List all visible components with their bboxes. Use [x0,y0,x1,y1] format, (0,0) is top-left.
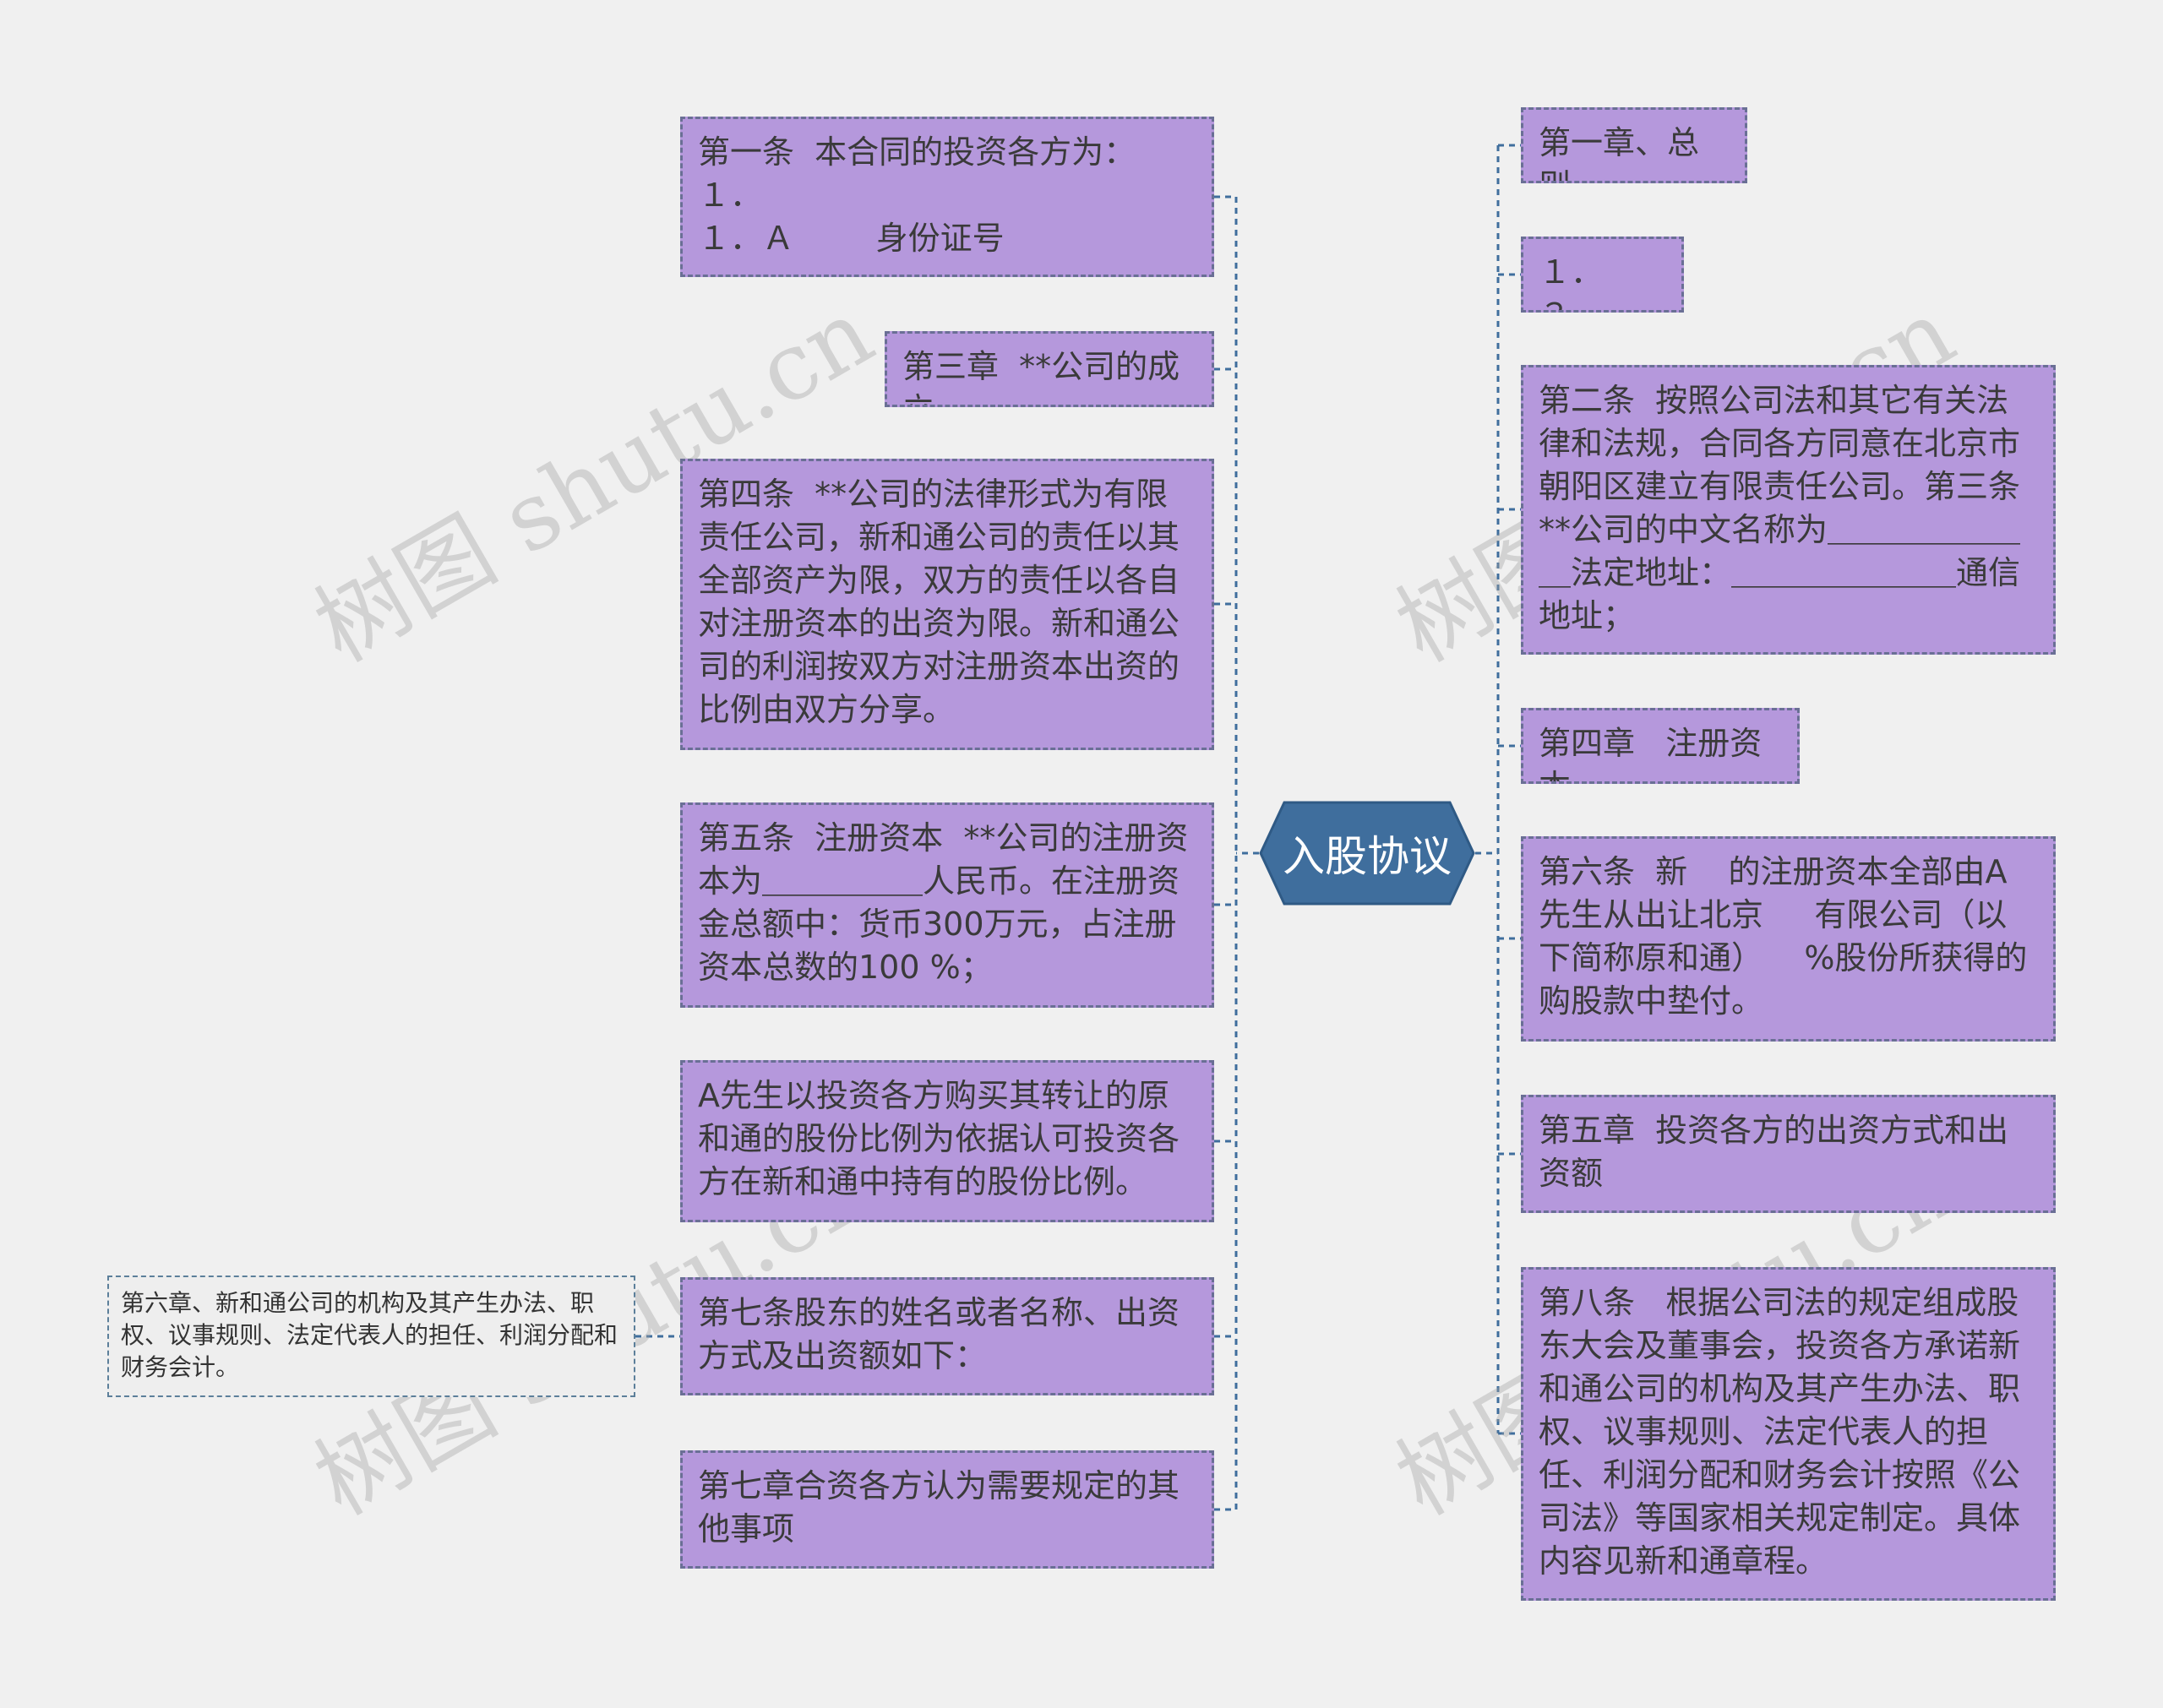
left-node-article-7[interactable]: 第七条股东的姓名或者名称、出资方式及出资额如下： [680,1277,1214,1395]
right-node-article-2[interactable]: 第二条 按照公司法和其它有关法律和法规，合同各方同意在北京市朝阳区建立有限责任公… [1521,365,2056,655]
left-node-article-5[interactable]: 第五条 注册资本 **公司的注册资本为＿＿＿＿＿人民币。在注册资金总额中：货币3… [680,802,1214,1008]
left-node-article-4[interactable]: 第四条 **公司的法律形式为有限责任公司，新和通公司的责任以其全部资产为限，双方… [680,459,1214,750]
right-node-chapter-5[interactable]: 第五章 投资各方的出资方式和出资额 [1521,1095,2056,1213]
left-child-chapter-6[interactable]: 第六章、新和通公司的机构及其产生办法、职权、议事规则、法定代表人的担任、利润分配… [107,1276,635,1397]
right-node-chapter-1[interactable]: 第一章、总则 [1521,107,1747,183]
left-node-chapter-3[interactable]: 第三章 **公司的成立 [885,331,1214,407]
left-node-share-ratio[interactable]: A先生以投资各方购买其转让的原和通的股份比例为依据认可投资各方在新和通中持有的股… [680,1060,1214,1222]
mind-map-canvas: 树图 shutu.cn 树图 shutu.cn 树图 shutu.cn 树图 s… [0,0,2163,1708]
right-node-1-3[interactable]: １．３． [1521,237,1684,313]
right-node-article-6[interactable]: 第六条 新 的注册资本全部由A先生从出让北京 有限公司（以下简称原和通） %股份… [1521,836,2056,1042]
left-node-chapter-7[interactable]: 第七章合资各方认为需要规定的其他事项 [680,1450,1214,1569]
right-node-article-8[interactable]: 第八条 根据公司法的规定组成股东大会及董事会，投资各方承诺新和通公司的机构及其产… [1521,1267,2056,1601]
root-label: 入股协议 [1283,832,1452,881]
right-node-chapter-4[interactable]: 第四章 注册资本 [1521,708,1800,784]
root-node[interactable]: 入股协议 [1259,801,1475,906]
left-node-article-1[interactable]: 第一条 本合同的投资各方为：１． １．Ａ 身份证号 。 １．２． 身份证号 [680,117,1214,277]
